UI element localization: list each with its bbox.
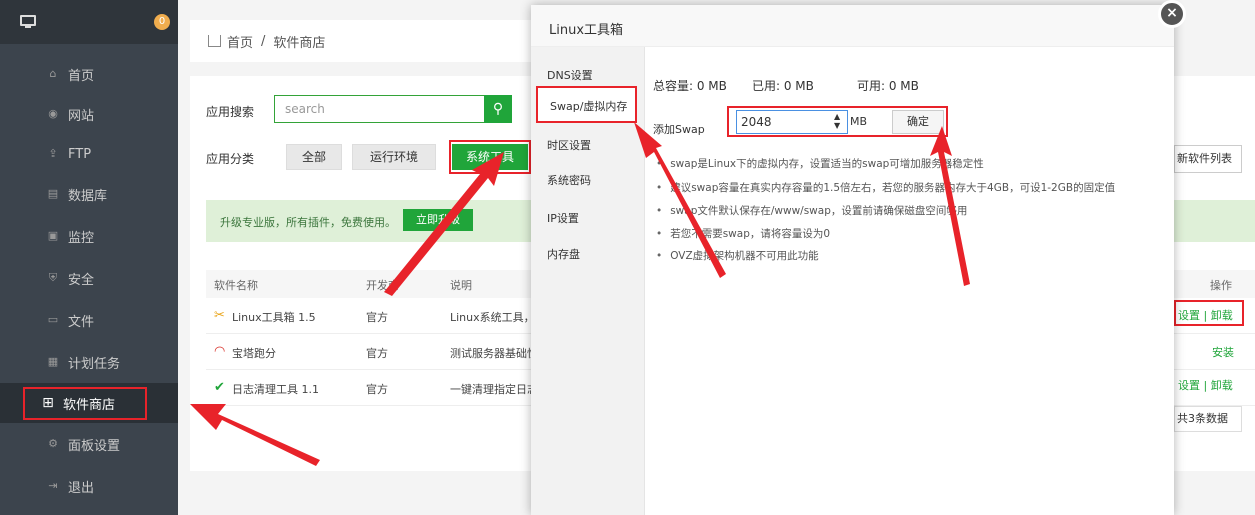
nav-ip[interactable]: IP设置: [547, 210, 579, 226]
shield-icon: ⛨: [48, 271, 58, 284]
sidebar-item-monitor[interactable]: ▣ 监控: [0, 216, 178, 256]
swap-size-input[interactable]: 2048: [736, 110, 848, 134]
broom-icon: ✔: [214, 380, 225, 395]
row-name: 日志清理工具 1.1: [232, 383, 319, 396]
tip-item: swap是Linux下的虚拟内存，设置适当的swap可增加服务器稳定性: [656, 156, 984, 171]
row-desc: Linux系统工具，: [450, 311, 535, 324]
refresh-list-button[interactable]: 新软件列表: [1174, 145, 1242, 173]
database-icon: ▤: [47, 187, 59, 200]
monitor-icon[interactable]: [20, 15, 36, 28]
sidebar-item-settings[interactable]: ⚙ 面板设置: [0, 424, 178, 464]
sidebar-item-website[interactable]: ◉ 网站: [0, 94, 178, 134]
search-icon[interactable]: ⚲: [484, 95, 512, 123]
swap-label: 添加Swap: [653, 123, 705, 136]
dialog-header: Linux工具箱: [531, 5, 1174, 47]
swap-unit: MB: [850, 115, 868, 128]
gauge-icon: ◠: [214, 344, 226, 359]
nav-password[interactable]: 系统密码: [547, 172, 591, 188]
nav-swap-label: Swap/虚拟内存: [550, 100, 628, 113]
nav-swap[interactable]: Swap/虚拟内存: [536, 86, 637, 123]
ftp-icon: ⇪: [48, 147, 58, 160]
category-runtime[interactable]: 运行环境: [352, 144, 436, 170]
col-name: 软件名称: [214, 279, 258, 292]
annotation-box-store: [23, 387, 147, 420]
row-name: Linux工具箱 1.5: [232, 311, 316, 324]
upgrade-button[interactable]: 立即升级: [403, 209, 473, 231]
row-action-install[interactable]: 安装: [1212, 344, 1234, 360]
close-icon[interactable]: ×: [1158, 0, 1186, 28]
home-icon: ⌂: [49, 67, 57, 80]
annotation-box-action: [1174, 300, 1244, 326]
calendar-icon: ▦: [47, 355, 59, 368]
tip-item: 建议swap容量在真实内存容量的1.5倍左右，若您的服务器内存大于4GB，可设1…: [656, 180, 1115, 195]
tip-item: OVZ虚拟架构机器不可用此功能: [656, 248, 818, 263]
monitor-icon: ▣: [47, 229, 59, 242]
row-dev: 官方: [366, 347, 388, 360]
dialog-title: Linux工具箱: [549, 23, 624, 38]
tip-item: 若您不需要swap，请将容量设为0: [656, 226, 830, 241]
nav-dns[interactable]: DNS设置: [547, 67, 593, 83]
search-label: 应用搜索: [206, 105, 255, 119]
sidebar-item-home[interactable]: ⌂ 首页: [0, 54, 178, 94]
nav-timezone[interactable]: 时区设置: [547, 137, 591, 153]
swap-total: 总容量: 0 MB: [653, 79, 727, 93]
home-icon[interactable]: [208, 35, 221, 47]
stepper-icon[interactable]: ▲ ▼: [834, 112, 840, 130]
breadcrumb: 首页 / 软件商店: [190, 20, 550, 62]
row-dev: 官方: [366, 311, 388, 324]
swap-used: 已用: 0 MB: [752, 79, 814, 93]
globe-icon: ◉: [48, 107, 58, 120]
pagination-total: 共3条数据: [1174, 406, 1242, 432]
swap-free: 可用: 0 MB: [857, 79, 919, 93]
col-dev: 开发商: [366, 279, 399, 292]
col-action: 操作: [1210, 279, 1232, 292]
sidebar-item-cron[interactable]: ▦ 计划任务: [0, 342, 178, 382]
notification-badge[interactable]: 0: [154, 14, 170, 30]
sidebar-item-files[interactable]: ▭ 文件: [0, 300, 178, 340]
promo-text: 升级专业版，所有插件，免费使用。: [220, 216, 396, 229]
row-dev: 官方: [366, 383, 388, 396]
sidebar-item-ftp[interactable]: ⇪ FTP: [0, 134, 178, 174]
col-desc: 说明: [450, 279, 472, 292]
gear-icon: ⚙: [48, 437, 58, 450]
row-desc: 测试服务器基础性: [450, 347, 538, 360]
folder-icon: ▭: [47, 313, 59, 326]
nav-ramdisk[interactable]: 内存盘: [547, 246, 580, 262]
sidebar-item-security[interactable]: ⛨ 安全: [0, 258, 178, 298]
exit-icon: ⇥: [48, 479, 58, 492]
breadcrumb-home[interactable]: 首页: [227, 32, 253, 51]
row-name: 宝塔跑分: [232, 347, 276, 360]
sidebar-header: 0: [0, 0, 178, 44]
breadcrumb-current: 软件商店: [273, 35, 326, 51]
sidebar-item-database[interactable]: ▤ 数据库: [0, 174, 178, 214]
confirm-button[interactable]: 确定: [892, 110, 944, 134]
search-input[interactable]: search: [274, 95, 488, 123]
category-label: 应用分类: [206, 152, 255, 166]
row-desc: 一键清理指定日志: [450, 383, 538, 396]
row-action-set-uninstall[interactable]: 设置 | 卸载: [1178, 377, 1233, 393]
breadcrumb-separator: /: [261, 33, 266, 49]
tip-item: swap文件默认保存在/www/swap，设置前请确保磁盘空间够用: [656, 203, 967, 218]
sidebar: 0 ⌂ 首页 ◉ 网站 ⇪ FTP ▤ 数据库 ▣ 监控 ⛨ 安全 ▭ 文件 ▦ 计划任务 ⊞ 软…: [0, 0, 178, 515]
sidebar-item-logout[interactable]: ⇥ 退出: [0, 466, 178, 506]
linux-toolbox-dialog: Linux工具箱 DNS设置 时区设置 系统密码 IP设置 内存盘 总容量: 0…: [531, 5, 1174, 515]
annotation-box-category: [449, 140, 531, 174]
category-all[interactable]: 全部: [286, 144, 342, 170]
tools-icon: ✂: [214, 308, 225, 323]
